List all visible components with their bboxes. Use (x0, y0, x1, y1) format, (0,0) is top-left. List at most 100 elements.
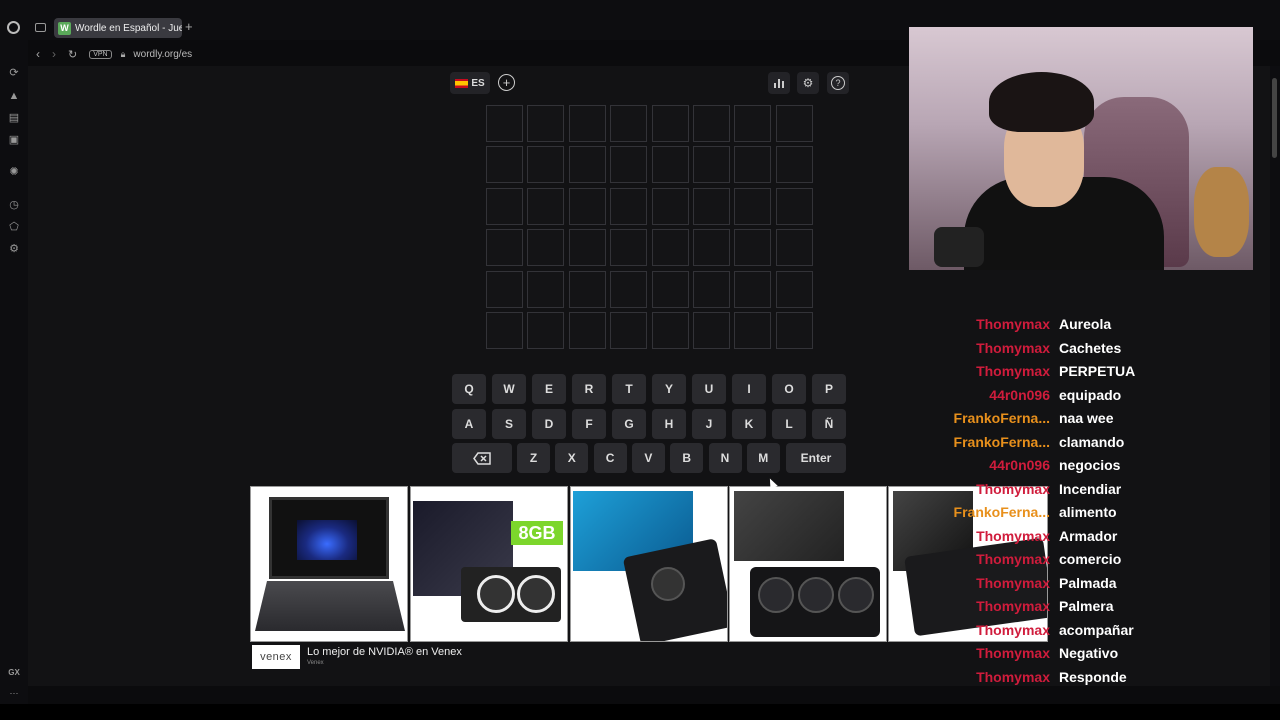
chat-username: Thomymax (976, 527, 1050, 544)
grid-cell (527, 229, 565, 267)
backspace-icon (473, 451, 491, 465)
key-y[interactable]: Y (652, 374, 686, 404)
vpn-badge[interactable]: VPN (89, 49, 112, 59)
back-icon[interactable]: ‹ (36, 47, 40, 61)
grid-cell (610, 312, 648, 349)
chat-username: Thomymax (976, 480, 1050, 497)
extensions-icon[interactable]: ⬠ (7, 220, 21, 234)
stats-button[interactable] (768, 72, 790, 94)
scrollbar[interactable] (1270, 66, 1280, 686)
chat-username: Thomymax (976, 621, 1050, 638)
forward-icon[interactable]: › (52, 47, 56, 61)
opera-logo-icon[interactable] (7, 21, 20, 34)
key-b[interactable]: B (670, 443, 704, 473)
key-x[interactable]: X (555, 443, 589, 473)
grid-cell (734, 312, 772, 349)
ai-icon[interactable]: ✺ (7, 165, 21, 179)
key-s[interactable]: S (492, 409, 526, 439)
tab-switcher-icon[interactable] (35, 23, 46, 32)
grid-cell (693, 146, 730, 184)
chat-message: Thomymax Cachetes (900, 340, 1270, 362)
settings-button[interactable]: ⚙ (797, 72, 819, 94)
messenger-icon[interactable]: ▣ (7, 133, 21, 147)
key-c[interactable]: C (593, 443, 627, 473)
ad-product-laptop[interactable] (250, 486, 408, 642)
chat-message: Thomymax Responde (900, 669, 1270, 691)
speed-dial-icon[interactable]: ⟳ (7, 66, 21, 80)
grid-cell (693, 229, 730, 267)
settings-icon[interactable]: ⚙ (7, 242, 21, 256)
ad-banner[interactable]: 8GB venex Lo mejor de NVIDIA® en Venex V… (250, 486, 1048, 672)
key-l[interactable]: L (772, 409, 806, 439)
grid-cell (775, 270, 813, 308)
key-m[interactable]: M (746, 443, 780, 473)
grid-cell (568, 270, 606, 308)
twitch-icon[interactable]: ▤ (7, 111, 21, 125)
more-icon[interactable]: ··· (7, 686, 21, 700)
key-k[interactable]: K (732, 409, 766, 439)
chat-text: comercio (1059, 551, 1122, 567)
key-a[interactable]: A (452, 409, 486, 439)
key-e[interactable]: E (532, 374, 566, 404)
key-i[interactable]: I (732, 374, 766, 404)
ad-product-asus[interactable] (729, 486, 887, 642)
key-o[interactable]: O (772, 374, 806, 404)
spain-flag-icon (455, 78, 469, 88)
grid-cell (651, 270, 689, 308)
history-icon[interactable]: ◷ (7, 198, 21, 212)
key-v[interactable]: V (631, 443, 665, 473)
grid-cell (775, 187, 813, 225)
venex-logo[interactable]: venex (252, 645, 300, 669)
ad-product-gigabyte[interactable] (570, 486, 728, 642)
key-ñ[interactable]: Ñ (812, 409, 846, 439)
reload-icon[interactable]: ↻ (68, 48, 77, 61)
key-w[interactable]: W (492, 374, 526, 404)
key-r[interactable]: R (572, 374, 606, 404)
bar-chart-icon (773, 79, 784, 88)
chat-username: Thomymax (976, 598, 1050, 614)
ad-title[interactable]: Lo mejor de NVIDIA® en Venex (307, 646, 462, 658)
enter-key[interactable]: Enter (786, 443, 846, 473)
tab-wordle[interactable]: W Wordle en Español - Juego (54, 18, 182, 38)
key-z[interactable]: Z (517, 443, 550, 473)
ad-product-galax[interactable]: 8GB (410, 486, 568, 642)
grid-cell (651, 229, 689, 267)
key-u[interactable]: U (692, 374, 726, 404)
grid-cell (651, 312, 689, 349)
chat-text: naa wee (1059, 410, 1114, 426)
key-n[interactable]: N (708, 443, 742, 473)
chat-message: Thomymax Palmera (900, 598, 1270, 620)
key-t[interactable]: T (612, 374, 646, 404)
chat-username: Thomymax (976, 363, 1050, 379)
chat-text: Responde (1059, 668, 1127, 685)
grid-cell (568, 187, 606, 225)
key-f[interactable]: F (572, 409, 606, 439)
wordle-favicon-icon: W (58, 21, 71, 35)
grid-cell (651, 105, 689, 142)
grid-cell (693, 270, 730, 308)
chat-username: Thomymax (976, 551, 1050, 567)
gx-label[interactable]: GX (7, 666, 21, 680)
headset (934, 227, 984, 267)
grid-cell (693, 105, 730, 142)
new-tab-button[interactable]: + (185, 19, 193, 34)
grid-cell (610, 105, 648, 142)
new-game-button[interactable]: + (498, 74, 515, 91)
grid-cell (568, 105, 606, 142)
tab-title: Wordle en Español - Juego (75, 22, 182, 34)
language-selector[interactable]: ES (450, 72, 490, 94)
key-p[interactable]: P (812, 374, 846, 404)
key-q[interactable]: Q (452, 374, 486, 404)
chat-text: equipado (1059, 386, 1122, 403)
chat-username: Thomymax (976, 574, 1050, 591)
help-button[interactable]: ? (827, 72, 849, 94)
key-h[interactable]: H (652, 409, 686, 439)
grid-cell (775, 229, 813, 267)
backspace-key[interactable] (452, 443, 512, 473)
key-j[interactable]: J (692, 409, 726, 439)
url-text[interactable]: wordly.org/es (133, 49, 192, 60)
shopping-icon[interactable]: ▲ (7, 89, 21, 103)
grid-cell (651, 146, 689, 184)
key-g[interactable]: G (612, 409, 646, 439)
key-d[interactable]: D (532, 409, 566, 439)
